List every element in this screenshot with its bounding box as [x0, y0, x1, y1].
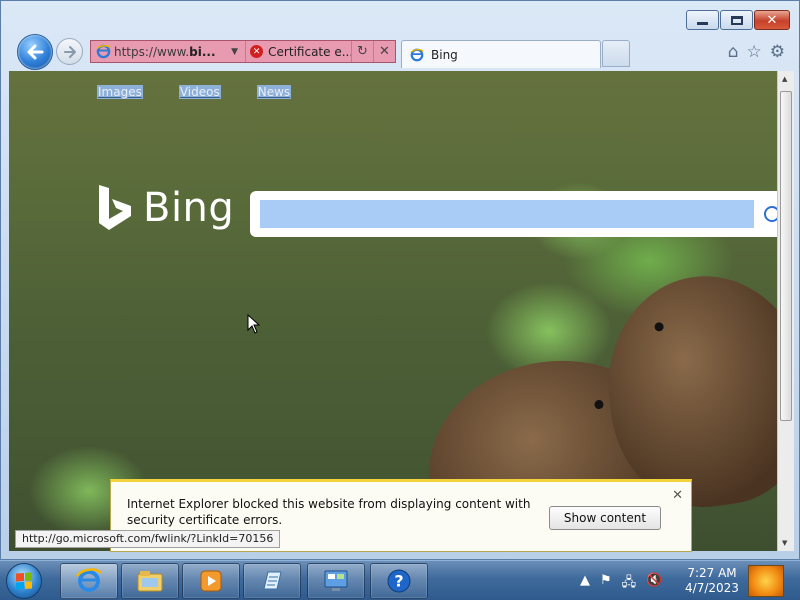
bing-logo[interactable]: Bing [97, 183, 234, 233]
tab-title: Bing [431, 47, 458, 62]
search-input[interactable] [260, 200, 754, 228]
action-center-flag-icon[interactable]: ⚑ [600, 573, 612, 595]
volume-muted-icon[interactable]: 🔇 [646, 573, 662, 595]
notepad-icon [263, 571, 282, 590]
windows-logo-icon [16, 572, 32, 590]
bing-logo-icon [99, 185, 131, 230]
chevron-down-icon: ▼ [231, 46, 239, 57]
gear-icon[interactable]: ⚙ [770, 42, 785, 62]
search-icon[interactable] [764, 206, 777, 222]
taskbar: ? ▲ ⚑ 🖧 🔇 7:27 AM 4/7/2023 [0, 560, 800, 600]
new-tab-button[interactable] [602, 40, 630, 67]
close-icon: ✕ [766, 12, 778, 28]
tab-favicon-icon [410, 48, 424, 61]
scroll-down-icon[interactable]: ▼ [782, 539, 787, 547]
scroll-thumb[interactable] [780, 91, 792, 421]
nav-link-news[interactable]: News [256, 85, 292, 99]
bing-wordmark: Bing [143, 185, 235, 231]
bing-nav: Images Videos News [97, 85, 292, 99]
back-button[interactable] [17, 34, 53, 70]
taskbar-file-explorer[interactable] [121, 563, 179, 599]
show-content-button[interactable]: Show content [549, 506, 661, 530]
taskbar-control-panel[interactable] [307, 563, 365, 599]
forward-button[interactable] [56, 38, 83, 65]
beaver-eye [594, 399, 604, 410]
taskbar-help[interactable]: ? [370, 563, 428, 599]
search-box [250, 191, 777, 237]
page-favicon-icon [91, 41, 111, 62]
maximize-icon [730, 15, 743, 25]
back-arrow-icon [27, 44, 44, 60]
certificate-error-icon: ✕ [250, 45, 264, 58]
taskbar-clock[interactable]: 7:27 AM 4/7/2023 [680, 566, 744, 596]
notification-close-icon[interactable]: ✕ [672, 489, 683, 502]
stop-icon: ✕ [379, 44, 390, 59]
refresh-icon: ↻ [356, 44, 368, 59]
stop-button[interactable]: ✕ [372, 41, 395, 62]
svg-text:?: ? [394, 572, 403, 591]
address-bar[interactable]: https://www. bi... ▼ ✕ Certificate e... ↻… [90, 40, 396, 63]
beaver-eye [653, 321, 665, 332]
favorites-star-icon[interactable]: ☆ [747, 42, 762, 62]
minimize-button[interactable] [686, 10, 719, 30]
status-bar-url: http://go.microsoft.com/fwlink/?LinkId=7… [15, 530, 281, 548]
refresh-button[interactable]: ↻ [350, 41, 373, 62]
help-icon: ? [387, 569, 411, 593]
taskbar-media-player[interactable] [182, 563, 240, 599]
certificate-error-label: Certificate e... [268, 44, 351, 59]
system-tray: ▲ ⚑ 🖧 🔇 [580, 573, 662, 595]
start-button[interactable] [6, 563, 42, 599]
notification-message: Internet Explorer blocked this website f… [127, 497, 531, 527]
nav-link-images[interactable]: Images [97, 85, 143, 99]
clock-time: 7:27 AM [687, 566, 737, 580]
scroll-up-icon[interactable]: ▲ [782, 75, 787, 83]
maximize-button[interactable] [720, 10, 753, 30]
address-url[interactable]: https://www. bi... [111, 41, 224, 62]
caption-buttons: ✕ [686, 10, 790, 30]
vertical-scrollbar[interactable]: ▲ ▼ [777, 71, 794, 551]
show-hidden-icons-icon[interactable]: ▲ [580, 573, 590, 595]
mouse-cursor-icon [247, 313, 261, 338]
folder-icon [137, 571, 163, 592]
tab-bing[interactable]: Bing [401, 40, 601, 68]
browser-window: ✕ https://www. bi... ▼ ✕ Certificate e...… [0, 0, 800, 560]
network-icon[interactable]: 🖧 [622, 573, 637, 595]
taskbar-internet-explorer[interactable] [60, 563, 118, 599]
address-url-host: bi... [189, 44, 216, 59]
address-url-prefix: https://www. [114, 44, 190, 59]
close-button[interactable]: ✕ [754, 10, 790, 30]
show-desktop-button[interactable] [748, 565, 784, 597]
address-dropdown-button[interactable]: ▼ [224, 41, 245, 62]
internet-explorer-icon [76, 568, 102, 592]
toolbar-icons: ⌂ ☆ ⚙ [728, 42, 785, 62]
taskbar-notepad[interactable] [243, 563, 301, 599]
media-player-icon [200, 570, 222, 592]
home-icon[interactable]: ⌂ [728, 42, 739, 62]
nav-link-videos[interactable]: Videos [178, 85, 221, 99]
minimize-icon [697, 22, 708, 25]
forward-arrow-icon [63, 45, 76, 58]
control-panel-icon [324, 570, 348, 591]
certificate-error-button[interactable]: ✕ Certificate e... [245, 41, 351, 62]
clock-date: 4/7/2023 [685, 581, 739, 595]
